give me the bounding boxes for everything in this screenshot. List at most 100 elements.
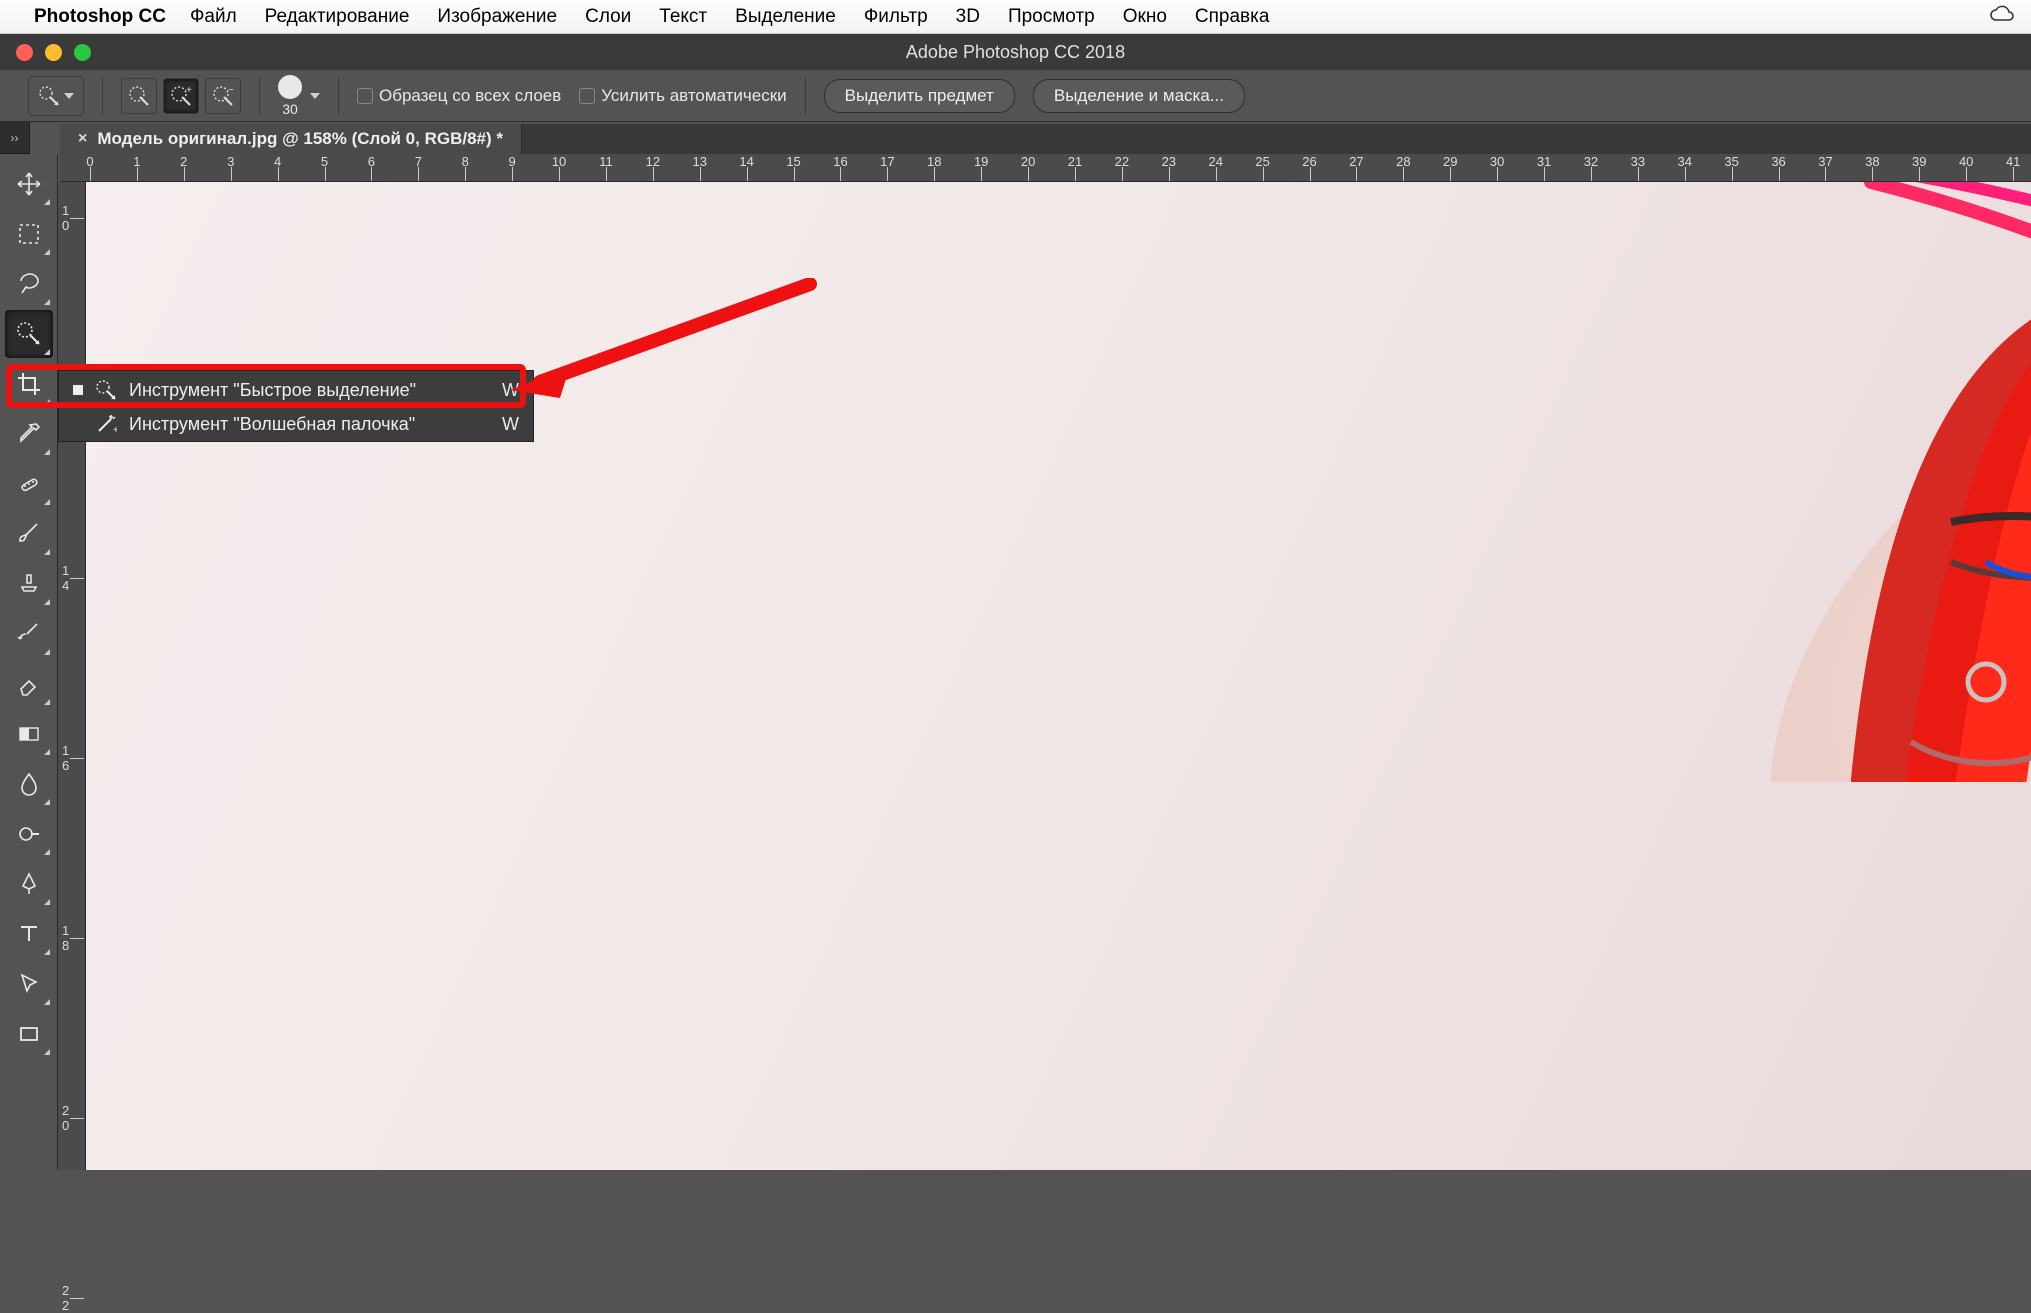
checkbox-icon[interactable] <box>579 88 595 104</box>
rect-marquee-tool[interactable] <box>5 210 53 258</box>
separator <box>805 77 806 115</box>
ruler-h-label: 26 <box>1302 154 1316 169</box>
ruler-h-label: 15 <box>786 154 800 169</box>
new-selection-button[interactable] <box>121 78 157 114</box>
menu-layers[interactable]: Слои <box>585 6 631 28</box>
ruler-h-label: 28 <box>1396 154 1410 169</box>
move-tool[interactable] <box>5 160 53 208</box>
brush-picker[interactable]: 30 <box>278 75 320 117</box>
ruler-h-label: 25 <box>1255 154 1269 169</box>
panel-expand-toggle[interactable]: ›› <box>0 122 30 154</box>
pen-tool[interactable] <box>5 860 53 908</box>
ruler-h-label: 29 <box>1443 154 1457 169</box>
ruler-h-label: 30 <box>1490 154 1504 169</box>
close-icon[interactable]: × <box>78 130 87 148</box>
document-tab[interactable]: × Модель оригинал.jpg @ 158% (Слой 0, RG… <box>60 124 522 154</box>
ruler-h-label: 4 <box>274 154 281 169</box>
ruler-h-label: 12 <box>646 154 660 169</box>
lasso-tool[interactable] <box>5 260 53 308</box>
ruler-h-label: 33 <box>1631 154 1645 169</box>
ruler-h-label: 20 <box>1021 154 1035 169</box>
window-title-bar: Adobe Photoshop CC 2018 <box>0 34 2031 70</box>
rectangle-tool[interactable] <box>5 1010 53 1058</box>
crop-tool[interactable] <box>5 360 53 408</box>
brush-tool[interactable] <box>5 510 53 558</box>
tools-panel <box>0 154 58 1170</box>
ruler-h-label: 27 <box>1349 154 1363 169</box>
svg-text:+: + <box>186 85 192 96</box>
flyout-item-magic-wand[interactable]: + Инструмент "Волшебная палочка" W <box>59 407 533 441</box>
ruler-h-label: 14 <box>739 154 753 169</box>
ruler-h-label: 13 <box>693 154 707 169</box>
menu-3d[interactable]: 3D <box>956 6 980 28</box>
brush-preview-icon <box>278 75 302 99</box>
ruler-v-label: 18 <box>62 923 69 953</box>
ruler-h-label: 23 <box>1162 154 1176 169</box>
menu-type[interactable]: Текст <box>659 6 707 28</box>
ruler-h-label: 40 <box>1959 154 1973 169</box>
history-brush-tool[interactable] <box>5 610 53 658</box>
ruler-h-label: 21 <box>1068 154 1082 169</box>
menu-file[interactable]: Файл <box>190 6 237 28</box>
menu-image[interactable]: Изображение <box>437 6 557 28</box>
selected-indicator-icon <box>73 385 83 395</box>
menu-filter[interactable]: Фильтр <box>864 6 928 28</box>
flyout-item-quick-selection[interactable]: Инструмент "Быстрое выделение" W <box>59 371 533 407</box>
ruler-h-label: 35 <box>1724 154 1738 169</box>
menu-view[interactable]: Просмотр <box>1008 6 1095 28</box>
select-subject-button[interactable]: Выделить предмет <box>824 79 1015 113</box>
flyout-item-shortcut: W <box>502 414 519 435</box>
ruler-v-label: 10 <box>62 203 69 233</box>
ruler-v-label: 16 <box>62 743 69 773</box>
horizontal-ruler[interactable]: 0123456789101112131415161718192021222324… <box>60 154 2031 182</box>
flyout-item-label: Инструмент "Быстрое выделение" <box>129 380 416 401</box>
ruler-h-label: 36 <box>1771 154 1785 169</box>
gradient-tool[interactable] <box>5 710 53 758</box>
path-selection-tool[interactable] <box>5 960 53 1008</box>
ruler-v-label: 22 <box>62 1283 69 1313</box>
spot-healing-tool[interactable] <box>5 460 53 508</box>
window-minimize-button[interactable] <box>45 44 62 61</box>
canvas[interactable] <box>86 182 2031 1170</box>
ruler-h-label: 3 <box>227 154 234 169</box>
dodge-tool[interactable] <box>5 810 53 858</box>
ruler-h-label: 2 <box>180 154 187 169</box>
auto-enhance-option[interactable]: Усилить автоматически <box>579 86 786 106</box>
ruler-h-label: 18 <box>927 154 941 169</box>
ruler-h-label: 16 <box>833 154 847 169</box>
ruler-h-label: 1 <box>133 154 140 169</box>
checkbox-icon[interactable] <box>357 88 373 104</box>
separator <box>102 77 103 115</box>
sample-all-layers-option[interactable]: Образец со всех слоев <box>357 86 561 106</box>
add-to-selection-button[interactable]: + <box>163 78 199 114</box>
app-name[interactable]: Photoshop CC <box>34 6 166 28</box>
window-zoom-button[interactable] <box>74 44 91 61</box>
menu-window[interactable]: Окно <box>1123 6 1167 28</box>
auto-enhance-label: Усилить автоматически <box>601 86 786 106</box>
select-and-mask-button[interactable]: Выделение и маска... <box>1033 79 1245 113</box>
sample-all-layers-label: Образец со всех слоев <box>379 86 561 106</box>
vertical-ruler[interactable]: 10121416182022 <box>58 182 86 1170</box>
ruler-h-label: 8 <box>462 154 469 169</box>
quick-selection-tool[interactable] <box>5 310 53 358</box>
ruler-h-label: 10 <box>552 154 566 169</box>
ruler-h-label: 9 <box>509 154 516 169</box>
blur-tool[interactable] <box>5 760 53 808</box>
ruler-h-label: 34 <box>1678 154 1692 169</box>
tool-preset-picker[interactable] <box>28 76 84 116</box>
ruler-h-label: 7 <box>415 154 422 169</box>
menu-edit[interactable]: Редактирование <box>265 6 410 28</box>
cloud-sync-icon[interactable] <box>1989 4 2015 30</box>
ruler-v-label: 14 <box>62 563 69 593</box>
menu-select[interactable]: Выделение <box>735 6 836 28</box>
menu-help[interactable]: Справка <box>1195 6 1270 28</box>
eraser-tool[interactable] <box>5 660 53 708</box>
options-bar: + − 30 Образец со всех слоев Усилить авт… <box>0 70 2031 122</box>
ruler-h-label: 38 <box>1865 154 1879 169</box>
type-tool[interactable] <box>5 910 53 958</box>
eyedropper-tool[interactable] <box>5 410 53 458</box>
window-close-button[interactable] <box>16 44 33 61</box>
quick-selection-icon <box>95 379 117 401</box>
subtract-from-selection-button[interactable]: − <box>205 78 241 114</box>
clone-stamp-tool[interactable] <box>5 560 53 608</box>
